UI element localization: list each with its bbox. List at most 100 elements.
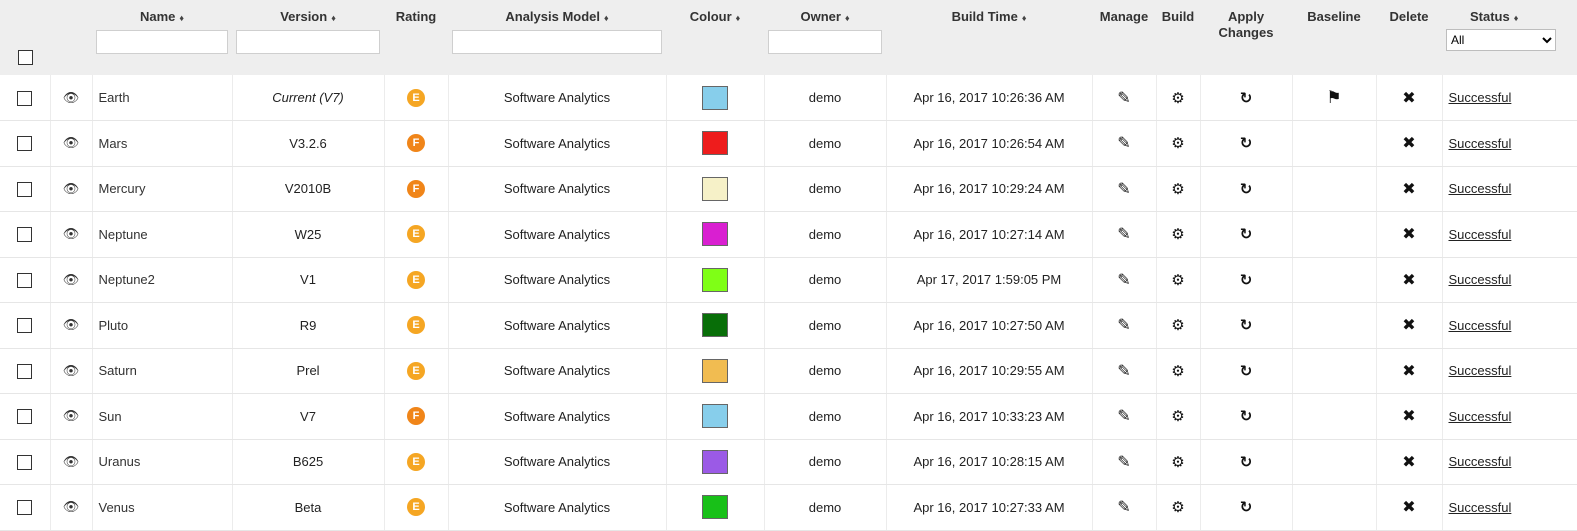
status-filter-select[interactable]: All	[1446, 29, 1556, 51]
delete-icon[interactable]: ✖	[1402, 406, 1415, 426]
eye-icon[interactable]: 👁︎	[63, 363, 80, 378]
colour-header[interactable]: Colour ♦	[666, 0, 764, 75]
eye-icon[interactable]: 👁︎	[63, 454, 80, 469]
status-link[interactable]: Successful	[1449, 318, 1512, 333]
project-name[interactable]: Mars	[92, 120, 233, 167]
status-link[interactable]: Successful	[1449, 90, 1512, 105]
eye-icon[interactable]: 👁︎	[63, 408, 80, 423]
refresh-icon[interactable]: ↻	[1240, 498, 1253, 516]
row-checkbox[interactable]	[17, 500, 33, 516]
gears-icon[interactable]: ⚙	[1171, 271, 1184, 289]
status-link[interactable]: Successful	[1449, 272, 1512, 287]
analysis-model-header[interactable]: Analysis Model ♦	[448, 0, 666, 75]
project-name[interactable]: Saturn	[92, 348, 233, 394]
colour-swatch[interactable]	[702, 176, 728, 201]
project-name[interactable]: Mercury	[92, 166, 233, 212]
status-header[interactable]: Status ♦ All	[1442, 0, 1577, 75]
sort-icon[interactable]: ♦	[1514, 13, 1519, 23]
colour-swatch[interactable]	[702, 404, 728, 429]
refresh-icon[interactable]: ↻	[1240, 271, 1253, 289]
pencil-icon[interactable]: ✎	[1117, 88, 1130, 108]
status-link[interactable]: Successful	[1449, 500, 1512, 515]
owner-header[interactable]: Owner ♦	[764, 0, 886, 75]
delete-icon[interactable]: ✖	[1402, 270, 1415, 290]
project-name[interactable]: Uranus	[92, 439, 233, 485]
row-checkbox[interactable]	[17, 272, 33, 288]
row-checkbox[interactable]	[17, 318, 33, 334]
delete-icon[interactable]: ✖	[1402, 133, 1415, 153]
gears-icon[interactable]: ⚙	[1171, 407, 1184, 425]
refresh-icon[interactable]: ↻	[1240, 89, 1253, 107]
pencil-icon[interactable]: ✎	[1117, 497, 1130, 517]
gears-icon[interactable]: ⚙	[1171, 362, 1184, 380]
sort-icon[interactable]: ♦	[179, 13, 184, 23]
project-name[interactable]: Neptune2	[92, 257, 233, 303]
pencil-icon[interactable]: ✎	[1117, 315, 1130, 335]
pencil-icon[interactable]: ✎	[1117, 224, 1130, 244]
eye-icon[interactable]: 👁︎	[63, 226, 80, 241]
eye-icon[interactable]: 👁︎	[63, 499, 80, 514]
pencil-icon[interactable]: ✎	[1117, 179, 1130, 199]
colour-swatch[interactable]	[702, 358, 728, 383]
version-filter-input[interactable]	[236, 30, 380, 54]
sort-icon[interactable]: ♦	[1022, 13, 1027, 23]
name-header[interactable]: Name ♦	[92, 0, 232, 75]
colour-swatch[interactable]	[702, 85, 728, 110]
gears-icon[interactable]: ⚙	[1171, 498, 1184, 516]
colour-swatch[interactable]	[702, 131, 728, 156]
build-time-header[interactable]: Build Time ♦	[886, 0, 1092, 75]
refresh-icon[interactable]: ↻	[1240, 362, 1253, 380]
row-checkbox[interactable]	[17, 363, 33, 379]
pencil-icon[interactable]: ✎	[1117, 452, 1130, 472]
status-link[interactable]: Successful	[1449, 454, 1512, 469]
sort-icon[interactable]: ♦	[845, 13, 850, 23]
eye-icon[interactable]: 👁︎	[63, 317, 80, 332]
colour-swatch[interactable]	[702, 313, 728, 338]
row-checkbox[interactable]	[17, 136, 33, 152]
version-header[interactable]: Version ♦	[232, 0, 384, 75]
refresh-icon[interactable]: ↻	[1240, 316, 1253, 334]
colour-swatch[interactable]	[702, 495, 728, 520]
colour-swatch[interactable]	[702, 222, 728, 247]
refresh-icon[interactable]: ↻	[1240, 225, 1253, 243]
gears-icon[interactable]: ⚙	[1171, 134, 1184, 152]
pencil-icon[interactable]: ✎	[1117, 133, 1130, 153]
delete-icon[interactable]: ✖	[1402, 224, 1415, 244]
select-all-checkbox[interactable]	[17, 50, 33, 65]
status-link[interactable]: Successful	[1449, 136, 1512, 151]
gears-icon[interactable]: ⚙	[1171, 225, 1184, 243]
refresh-icon[interactable]: ↻	[1240, 180, 1253, 198]
status-link[interactable]: Successful	[1449, 181, 1512, 196]
refresh-icon[interactable]: ↻	[1240, 407, 1253, 425]
status-link[interactable]: Successful	[1449, 363, 1512, 378]
colour-swatch[interactable]	[702, 449, 728, 474]
row-checkbox[interactable]	[17, 409, 33, 425]
gears-icon[interactable]: ⚙	[1171, 180, 1184, 198]
analysis-model-filter-input[interactable]	[452, 30, 662, 54]
status-link[interactable]: Successful	[1449, 409, 1512, 424]
row-checkbox[interactable]	[17, 227, 33, 243]
delete-icon[interactable]: ✖	[1402, 361, 1415, 381]
eye-icon[interactable]: 👁︎	[63, 272, 80, 287]
sort-icon[interactable]: ♦	[331, 13, 336, 23]
flag-icon[interactable]: ⚑	[1326, 88, 1341, 108]
gears-icon[interactable]: ⚙	[1171, 316, 1184, 334]
pencil-icon[interactable]: ✎	[1117, 270, 1130, 290]
gears-icon[interactable]: ⚙	[1171, 453, 1184, 471]
delete-icon[interactable]: ✖	[1402, 452, 1415, 472]
delete-icon[interactable]: ✖	[1402, 179, 1415, 199]
gears-icon[interactable]: ⚙	[1171, 89, 1184, 107]
project-name[interactable]: Earth	[92, 75, 233, 121]
project-name[interactable]: Venus	[92, 484, 233, 531]
sort-icon[interactable]: ♦	[736, 13, 741, 23]
name-filter-input[interactable]	[96, 30, 228, 54]
eye-icon[interactable]: 👁︎	[63, 181, 80, 196]
refresh-icon[interactable]: ↻	[1240, 134, 1253, 152]
delete-icon[interactable]: ✖	[1402, 315, 1415, 335]
pencil-icon[interactable]: ✎	[1117, 406, 1130, 426]
delete-icon[interactable]: ✖	[1402, 497, 1415, 517]
row-checkbox[interactable]	[17, 90, 33, 106]
owner-filter-input[interactable]	[768, 30, 882, 54]
status-link[interactable]: Successful	[1449, 227, 1512, 242]
eye-icon[interactable]: 👁︎	[63, 90, 80, 105]
